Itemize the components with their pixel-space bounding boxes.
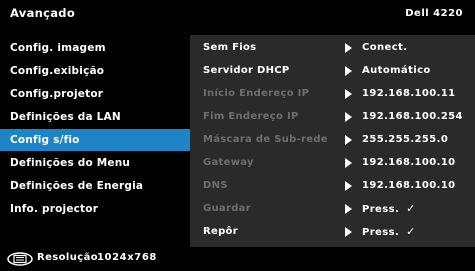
- setting-value: Press. ✓: [362, 225, 416, 238]
- menu-item-definicoes-energia[interactable]: Definições de Energia: [0, 175, 190, 197]
- menu-item-config-imagem[interactable]: Config. imagem: [0, 37, 190, 59]
- setting-row-sem-fios[interactable]: Sem Fios Conect.: [190, 37, 475, 59]
- setting-value: Automático: [362, 65, 431, 76]
- setting-label: Início Endereço IP: [203, 88, 310, 99]
- setting-value: 192.168.100.10: [362, 180, 456, 191]
- resolution-label: Resolução: [37, 252, 98, 263]
- setting-value: 255.255.255.0: [362, 134, 449, 145]
- setting-row-fim-ip[interactable]: Fim Endereço IP 192.168.100.254: [190, 106, 475, 128]
- arrow-right-icon: [345, 158, 352, 168]
- setting-label: Sem Fios: [203, 42, 257, 53]
- setting-label: Fim Endereço IP: [203, 111, 299, 122]
- setting-value: 192.168.100.10: [362, 157, 456, 168]
- arrow-right-icon: [345, 204, 352, 214]
- resolution-value: 1024x768: [97, 252, 157, 263]
- arrow-right-icon: [345, 135, 352, 145]
- source-monitor-icon: [7, 252, 33, 266]
- setting-row-gateway[interactable]: Gateway 192.168.100.10: [190, 152, 475, 174]
- setting-value: Press. ✓: [362, 202, 416, 215]
- menu-item-config-sfio[interactable]: Config s/fio: [0, 129, 190, 151]
- menu-item-config-projetor[interactable]: Config.projetor: [0, 83, 190, 105]
- setting-value: 192.168.100.254: [362, 111, 463, 122]
- status-bar: Resolução 1024x768: [0, 248, 475, 271]
- setting-row-inicio-ip[interactable]: Início Endereço IP 192.168.100.11: [190, 83, 475, 105]
- check-icon: ✓: [406, 225, 416, 238]
- setting-label: Guardar: [203, 203, 251, 214]
- settings-panel: Sem Fios Conect. Servidor DHCP Automátic…: [190, 35, 475, 247]
- header-bar: Avançado Dell 4220: [0, 0, 475, 28]
- setting-row-dns[interactable]: DNS 192.168.100.10: [190, 175, 475, 197]
- arrow-right-icon: [345, 89, 352, 99]
- setting-label: Servidor DHCP: [203, 65, 290, 76]
- menu-item-config-exibicao[interactable]: Config.exibição: [0, 60, 190, 82]
- menu-title: Avançado: [10, 6, 76, 20]
- menu-item-definicoes-lan[interactable]: Definições da LAN: [0, 106, 190, 128]
- setting-label: Repôr: [203, 226, 238, 237]
- setting-label: Gateway: [203, 157, 254, 168]
- model-name: Dell 4220: [405, 8, 463, 19]
- arrow-right-icon: [345, 43, 352, 53]
- check-icon: ✓: [406, 202, 416, 215]
- setting-value: 192.168.100.11: [362, 88, 456, 99]
- setting-row-repor[interactable]: Repôr Press. ✓: [190, 221, 475, 243]
- setting-label: DNS: [203, 180, 228, 191]
- category-list: Config. imagem Config.exibição Config.pr…: [0, 35, 190, 247]
- setting-value: Conect.: [362, 42, 408, 53]
- setting-row-servidor-dhcp[interactable]: Servidor DHCP Automático: [190, 60, 475, 82]
- arrow-right-icon: [345, 112, 352, 122]
- menu-item-definicoes-menu[interactable]: Definições do Menu: [0, 152, 190, 174]
- setting-row-guardar[interactable]: Guardar Press. ✓: [190, 198, 475, 220]
- menu-body: Config. imagem Config.exibição Config.pr…: [0, 35, 475, 247]
- arrow-right-icon: [345, 66, 352, 76]
- arrow-right-icon: [345, 227, 352, 237]
- menu-item-info-projector[interactable]: Info. projector: [0, 198, 190, 220]
- setting-label: Máscara de Sub-rede: [203, 134, 328, 145]
- arrow-right-icon: [345, 181, 352, 191]
- osd-menu: Avançado Dell 4220 Config. imagem Config…: [0, 0, 475, 271]
- setting-row-mascara[interactable]: Máscara de Sub-rede 255.255.255.0: [190, 129, 475, 151]
